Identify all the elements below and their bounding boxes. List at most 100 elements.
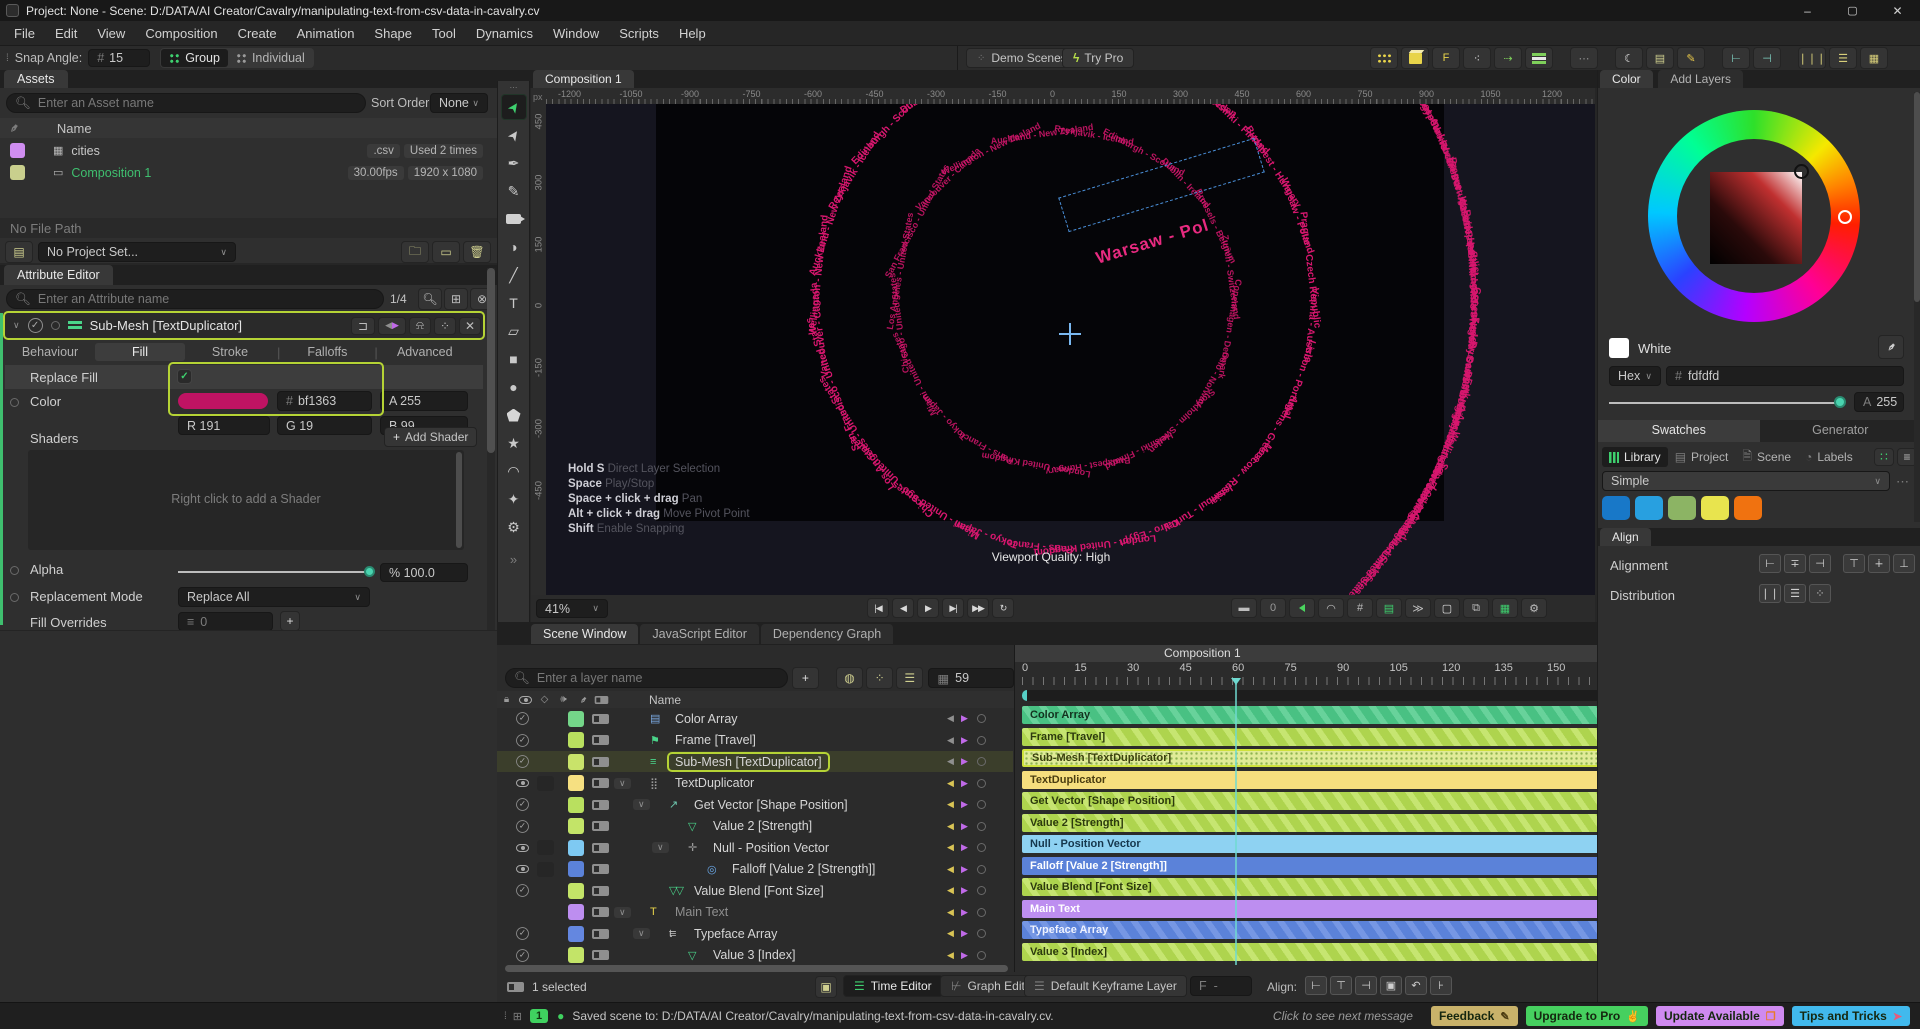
layer-row[interactable]: ✓ ▽ Value 2 [Strength] ◀ ▶ — [497, 816, 1013, 837]
alpha-slider-knob[interactable] — [364, 566, 375, 577]
rectangle-tool[interactable]: ■ — [501, 346, 527, 372]
notes-icon[interactable]: ▤ — [1646, 47, 1674, 69]
lock-icon[interactable]: 🔒︎ — [497, 694, 516, 705]
pen-tool[interactable]: ✒ — [501, 150, 527, 176]
direct-select-tool[interactable]: ➤ — [501, 122, 527, 148]
prev-keyframe-icon[interactable]: ◀ — [947, 714, 954, 723]
layer-camera-icon[interactable] — [592, 821, 609, 831]
layer-solo-box[interactable] — [537, 861, 554, 877]
maximize-button[interactable]: ▢ — [1830, 4, 1875, 17]
layer-camera-icon[interactable] — [592, 950, 609, 960]
layer-color-swatch[interactable] — [568, 947, 584, 963]
prev-keyframe-icon[interactable]: ◀ — [947, 778, 954, 788]
align-center-h-icon[interactable]: ∓ — [1784, 554, 1806, 573]
dropper-icon[interactable]: ✒ — [4, 119, 24, 137]
status-grid-icon[interactable]: ⊞ — [513, 1010, 522, 1023]
menu-item-tool[interactable]: Tool — [422, 23, 466, 44]
collapse-chevron-icon[interactable]: ∨ — [13, 320, 20, 331]
prev-keyframe-icon[interactable]: ◀ — [947, 735, 954, 745]
asset-color-swatch[interactable] — [10, 165, 25, 180]
menu-item-help[interactable]: Help — [669, 23, 716, 44]
layer-camera-icon[interactable] — [592, 864, 609, 874]
layer-color-swatch[interactable] — [568, 796, 584, 813]
more-icon[interactable]: ⋯ — [1570, 47, 1598, 69]
align-kf-center-icon[interactable]: ⊤ — [1330, 976, 1352, 995]
layer-row[interactable]: ∨ ⣿ TextDuplicator ◀ ▶ — [497, 773, 1013, 794]
layer-enabled-checkbox[interactable]: ✓ — [516, 884, 529, 897]
checker-icon[interactable]: ▦ — [1492, 598, 1518, 618]
layer-expand-chevron[interactable]: ∨ — [614, 906, 631, 918]
menu-item-window[interactable]: Window — [543, 23, 609, 44]
menu-item-animation[interactable]: Animation — [287, 23, 365, 44]
fill-tab-falloffs[interactable]: Falloffs — [282, 343, 372, 361]
viewport-canvas[interactable]: London - United Kingdom Paris - France Tok… — [546, 104, 1595, 595]
library-swatch[interactable] — [1635, 496, 1663, 520]
close-attribute-icon[interactable]: ✕ — [459, 316, 481, 335]
settings-tool[interactable]: ⚙ — [501, 514, 527, 540]
layer-enabled-checkbox[interactable]: ✓ — [516, 819, 529, 833]
layer-camera-icon[interactable] — [592, 928, 609, 939]
swatches-subtab[interactable]: Swatches — [1598, 420, 1760, 442]
zoom-level-dropdown[interactable]: 41% ∨ — [536, 599, 608, 618]
panel-hex-input[interactable]: # fdfdfd — [1666, 366, 1904, 386]
layer-camera-icon[interactable] — [592, 842, 609, 853]
layer-color-swatch[interactable] — [568, 818, 584, 834]
layer-row[interactable]: ✓ ≡ Sub-Mesh [TextDuplicator] ◀ ▶ — [497, 751, 1013, 772]
next-message-hint[interactable]: Click to see next message — [1273, 1009, 1413, 1023]
align-top-icon[interactable]: ⊤ — [1843, 554, 1865, 573]
attribute-editor-tab[interactable]: Attribute Editor — [4, 265, 113, 285]
hue-wheel[interactable] — [1648, 110, 1860, 322]
scene-source-button[interactable]: 🗎︎ Scene — [1735, 447, 1798, 467]
layer-color-swatch[interactable] — [568, 710, 584, 727]
align-end-icon[interactable]: ⊣ — [1753, 47, 1781, 69]
assets-tab[interactable]: Assets — [4, 70, 68, 88]
align-start-icon[interactable]: ⊢ — [1722, 47, 1750, 69]
asset-color-swatch[interactable] — [10, 143, 25, 158]
align-tab[interactable]: Align — [1600, 528, 1651, 546]
layer-expand-chevron[interactable]: ∨ — [614, 777, 631, 789]
layer-camera-icon[interactable] — [592, 799, 609, 810]
upgrade-to-pro-button[interactable]: Upgrade to Pro ✌ — [1525, 1006, 1648, 1026]
library-swatch[interactable] — [1701, 496, 1729, 520]
attribute-search-input[interactable]: 🔍︎ — [6, 289, 384, 309]
columns-icon[interactable]: ❘❘❘ — [1798, 47, 1826, 69]
menu-item-edit[interactable]: Edit — [45, 23, 87, 44]
asset-row[interactable]: ▭ Composition 1 30.00fps 1920 x 1080 — [0, 162, 497, 183]
panel-alpha-knob[interactable] — [1834, 396, 1846, 408]
message-count-badge[interactable]: 1 — [530, 1009, 549, 1023]
individual-toggle[interactable]: Individual — [228, 49, 313, 67]
camera-icon[interactable] — [592, 695, 611, 705]
pin-icon[interactable]: ⍾ — [409, 316, 431, 335]
preset-more-icon[interactable]: ⋯ — [1896, 474, 1909, 490]
right-panel-scrollbar[interactable] — [1914, 92, 1920, 522]
timeline-comp-label[interactable]: Composition 1 — [1164, 646, 1241, 660]
sort-order-dropdown[interactable]: None ∨ — [430, 93, 488, 113]
menu-item-scripts[interactable]: Scripts — [609, 23, 669, 44]
keyframe-toggle-circle[interactable] — [977, 821, 986, 831]
transform-tool[interactable]: ▱ — [501, 318, 527, 344]
close-button[interactable]: ✕ — [1875, 4, 1920, 18]
next-keyframe-icon[interactable]: ▶ — [961, 714, 968, 723]
layer-row[interactable]: ✓ ▽ Value 3 [Index] ◀ ▶ — [497, 945, 1013, 966]
spread-icon[interactable]: ⊦ — [1430, 976, 1452, 995]
scene-tab-2[interactable]: Dependency Graph — [760, 623, 894, 644]
keyframe-toggle-circle[interactable] — [977, 886, 986, 895]
layer-camera-icon[interactable] — [592, 885, 609, 896]
play-icon[interactable]: ▶ — [917, 598, 939, 618]
layer-visible-eye-icon[interactable] — [516, 779, 529, 787]
prev-keyframe-icon[interactable]: ◀ — [947, 929, 954, 938]
more-tools-icon[interactable]: » — [498, 552, 529, 567]
playhead[interactable] — [1229, 678, 1241, 965]
next-keyframe-icon[interactable]: ▶ — [961, 757, 968, 766]
layer-enabled-checkbox[interactable]: ✓ — [516, 948, 529, 962]
layers-icon[interactable]: ▤ — [1376, 598, 1402, 618]
bounds-icon[interactable]: ▢ — [1434, 598, 1460, 618]
add-attribute-icon[interactable]: ⊞ — [444, 288, 468, 310]
layer-solo-box[interactable] — [537, 775, 554, 791]
layer-camera-icon[interactable] — [592, 756, 609, 767]
library-swatch[interactable] — [1602, 496, 1630, 520]
layer-color-swatch[interactable] — [568, 925, 584, 942]
keyframe-toggle-circle[interactable] — [977, 778, 986, 788]
gear-icon[interactable]: ⚙ — [1521, 598, 1547, 618]
next-keyframe-icon[interactable]: ▶ — [961, 843, 968, 852]
